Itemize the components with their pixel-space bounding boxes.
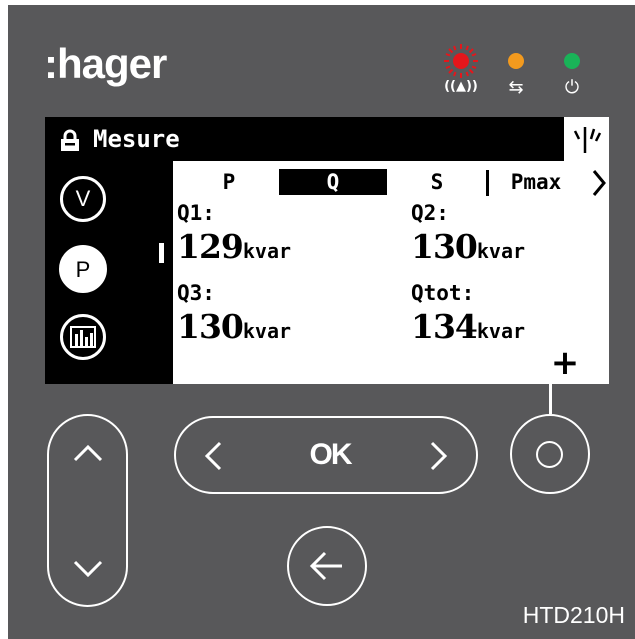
chevron-right-button-icon[interactable] <box>424 438 454 474</box>
alarm-led <box>453 53 469 69</box>
bar-chart-icon <box>70 326 96 348</box>
measure-value-q1: 129kvar <box>177 227 292 266</box>
tab-q[interactable]: Q <box>279 169 387 195</box>
circle-button-icon <box>536 441 563 468</box>
histogram-view-button[interactable] <box>60 314 106 360</box>
measure-unit-q1: kvar <box>242 239 292 263</box>
sidebar: V P <box>45 161 173 384</box>
screen-title: Mesure <box>93 125 180 153</box>
lcd-screen: Mesure V P P Q S Pmax Q1: 129kvar Q2: 13… <box>45 117 609 384</box>
chevron-down-icon[interactable] <box>70 556 106 584</box>
alarm-symbol-icon: ((▲)) <box>444 79 478 94</box>
measure-label-q1: Q1: <box>177 201 215 225</box>
lock-icon <box>61 129 79 151</box>
ok-button[interactable]: OK <box>290 437 370 473</box>
chevron-right-icon[interactable] <box>591 168 607 198</box>
back-arrow-icon <box>309 551 342 581</box>
tab-s[interactable]: S <box>417 169 457 195</box>
scroll-indicator <box>159 243 164 263</box>
more-plus-icon: + <box>550 343 580 383</box>
model-number: HTD210H <box>522 602 625 628</box>
power-icon: ⏻ <box>564 77 580 98</box>
chevron-left-icon[interactable] <box>198 438 228 474</box>
measure-value-qtot: 134kvar <box>411 307 526 346</box>
power-led <box>564 53 580 69</box>
exchange-arrows-icon: ⇆ <box>508 77 524 98</box>
power-view-button[interactable]: P <box>59 245 107 293</box>
measure-unit-qtot: kvar <box>476 319 526 343</box>
connector-line <box>549 384 552 414</box>
measure-label-q3: Q3: <box>177 281 215 305</box>
tab-divider <box>486 170 489 196</box>
title-bar: Mesure <box>45 117 564 161</box>
tab-p[interactable]: P <box>205 169 253 195</box>
measure-value-q2: 130kvar <box>411 227 526 266</box>
chevron-up-icon[interactable] <box>70 438 106 466</box>
communication-led <box>508 53 524 69</box>
measure-label-q2: Q2: <box>411 201 449 225</box>
voltage-view-button[interactable]: V <box>60 176 106 222</box>
measure-unit-q3: kvar <box>242 319 292 343</box>
measure-unit-q2: kvar <box>476 239 526 263</box>
signal-antenna-icon <box>573 127 602 153</box>
measure-label-qtot: Qtot: <box>411 281 475 305</box>
hager-logo: :hager <box>44 40 167 87</box>
measure-value-q3: 130kvar <box>177 307 292 346</box>
tab-pmax[interactable]: Pmax <box>493 169 579 195</box>
